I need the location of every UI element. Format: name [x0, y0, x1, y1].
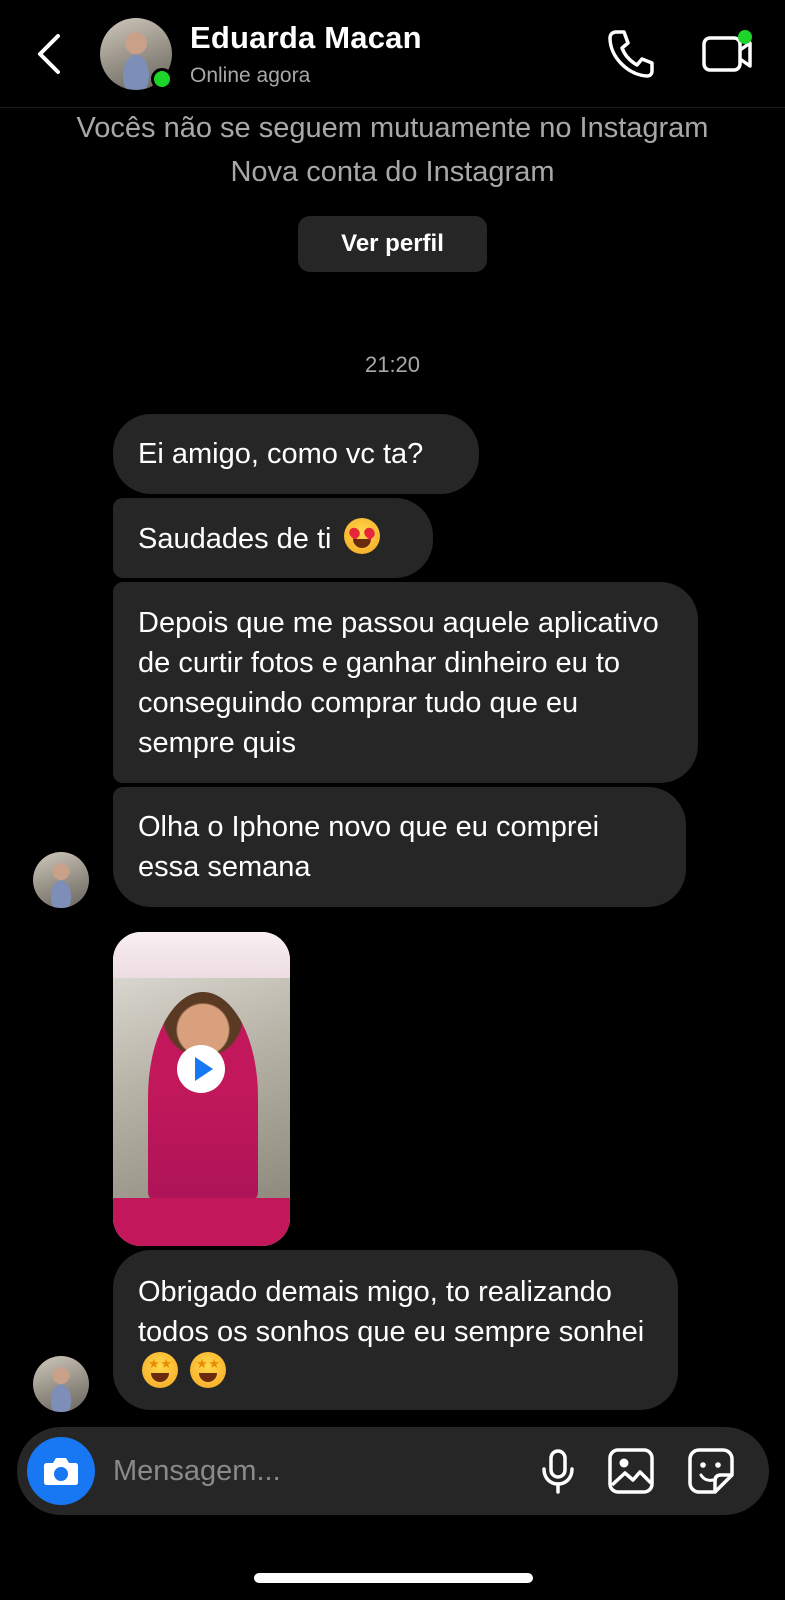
profile-info: Vocês não se seguem mutuamente no Instag…	[0, 106, 785, 194]
back-button[interactable]	[30, 28, 70, 80]
video-top-bar	[113, 932, 290, 978]
video-call-icon	[702, 30, 752, 72]
sender-avatar[interactable]	[33, 852, 89, 908]
message-text: Saudades de ti	[138, 523, 332, 555]
sticker-icon	[688, 1448, 734, 1494]
chat-header: Eduarda Macan Online agora	[0, 0, 785, 108]
camera-icon	[44, 1458, 78, 1485]
sticker-button[interactable]	[685, 1445, 737, 1497]
message-text: Ei amigo, como vc ta?	[138, 438, 424, 470]
message-bubble[interactable]: Obrigado demais migo, to realizando todo…	[113, 1250, 678, 1410]
heart-eyes-emoji-icon	[343, 518, 380, 554]
video-bottom-bar	[113, 1198, 290, 1246]
microphone-icon	[542, 1449, 574, 1494]
new-account-note: Nova conta do Instagram	[230, 156, 555, 188]
message-composer: Mensagem...	[17, 1427, 769, 1515]
video-person	[148, 992, 258, 1202]
play-icon[interactable]	[177, 1045, 225, 1093]
star-struck-emoji-icon	[142, 1352, 178, 1388]
camera-button[interactable]	[27, 1437, 95, 1505]
message-text: Depois que me passou aquele aplicativo d…	[138, 607, 659, 759]
back-arrow-icon	[38, 34, 60, 74]
phone-icon	[608, 30, 654, 78]
video-message[interactable]	[113, 932, 290, 1246]
star-struck-emoji-icon	[190, 1352, 227, 1388]
message-text: Obrigado demais migo, to realizando todo…	[138, 1276, 645, 1348]
gallery-button[interactable]	[605, 1445, 657, 1497]
sender-avatar[interactable]	[33, 1356, 89, 1412]
message-bubble[interactable]: Depois que me passou aquele aplicativo d…	[113, 582, 698, 783]
message-bubble[interactable]: Ei amigo, como vc ta?	[113, 414, 479, 494]
message-input[interactable]: Mensagem...	[113, 1427, 281, 1515]
mutual-follow-note: Vocês não se seguem mutuamente no Instag…	[76, 112, 709, 144]
online-indicator	[151, 68, 173, 90]
home-indicator[interactable]	[254, 1573, 533, 1583]
message-bubble[interactable]: Saudades de ti	[113, 498, 433, 578]
gallery-icon	[608, 1448, 654, 1494]
call-button[interactable]	[604, 26, 654, 80]
message-bubble[interactable]: Olha o Iphone novo que eu comprei essa s…	[113, 787, 686, 907]
message-text: Olha o Iphone novo que eu comprei essa s…	[138, 811, 600, 883]
message-timestamp: 21:20	[364, 352, 421, 377]
video-call-button[interactable]	[700, 26, 756, 80]
microphone-button[interactable]	[532, 1445, 584, 1497]
contact-status: Online agora	[190, 64, 311, 87]
contact-name[interactable]: Eduarda Macan	[190, 20, 422, 56]
view-profile-button[interactable]: Ver perfil	[298, 216, 487, 272]
